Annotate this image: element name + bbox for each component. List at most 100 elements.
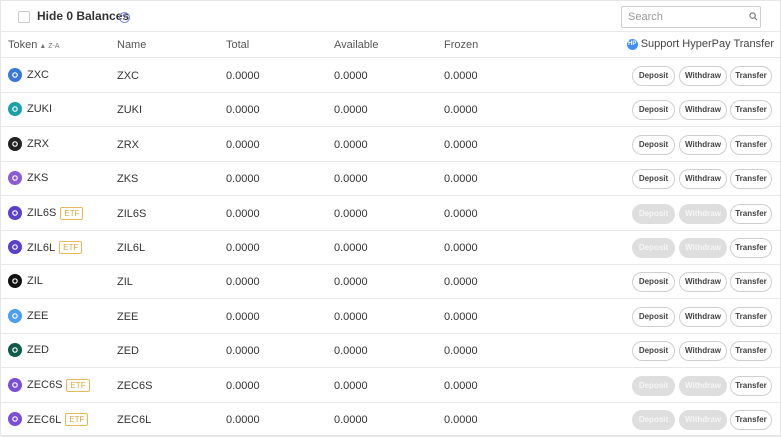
transfer-button[interactable]: Transfer (730, 375, 772, 396)
total-value: 0.0000 (226, 310, 260, 323)
token-symbol-cell: ZXC (27, 69, 49, 81)
total-value: 0.0000 (226, 242, 260, 254)
table-row: ZEE ZEE 0.0000 0.0000 0.0000 Deposit Withdraw T… (1, 300, 781, 334)
search-input[interactable] (628, 9, 746, 25)
transfer-button[interactable]: Transfer (730, 169, 772, 190)
hide-zero-label[interactable]: Hide 0 Balances (37, 9, 129, 23)
token-name: ZED (117, 345, 139, 358)
etf-badge: ETF (59, 241, 83, 254)
total-value: 0.0000 (226, 207, 260, 220)
hyperpay-support-label: Support HyperPay Transfer (640, 38, 774, 50)
transfer-button[interactable]: Transfer (730, 100, 772, 121)
zee-icon (8, 308, 22, 323)
token-column-header[interactable]: Token ▲ Z-A (8, 39, 60, 51)
table-row: ZUKI ZUKI 0.0000 0.0000 0.0000 Deposit Withdra… (1, 93, 781, 128)
transfer-button[interactable]: Transfer (730, 272, 772, 293)
table-header: Token ▲ Z-A Name Total Available Frozen H… (1, 32, 781, 58)
token-name: ZUKI (117, 104, 143, 117)
table-row: ZIL6S ETF ZIL6S 0.0000 0.0000 0.0000 Deposit Wi… (1, 197, 781, 231)
etf-badge: ETF (60, 206, 84, 220)
withdraw-button: Withdraw (679, 375, 727, 396)
search-icon[interactable] (749, 12, 758, 21)
frozen-value: 0.0000 (444, 207, 478, 220)
deposit-button[interactable]: Deposit (632, 66, 675, 86)
transfer-button[interactable]: Transfer (730, 410, 772, 430)
total-column-header: Total (226, 39, 250, 51)
transfer-button[interactable]: Transfer (730, 341, 772, 362)
withdraw-button: Withdraw (679, 410, 727, 430)
deposit-button[interactable]: Deposit (632, 100, 675, 121)
zil-icon (8, 274, 22, 289)
withdraw-button[interactable]: Withdraw (679, 272, 727, 293)
available-value: 0.0000 (334, 173, 368, 186)
frozen-value: 0.0000 (444, 242, 478, 254)
total-value: 0.0000 (226, 138, 260, 151)
transfer-button[interactable]: Transfer (730, 203, 772, 224)
search-box[interactable] (621, 6, 761, 28)
frozen-value: 0.0000 (444, 70, 478, 82)
withdraw-button: Withdraw (679, 203, 727, 224)
total-value: 0.0000 (226, 345, 260, 358)
token-name: ZRX (117, 138, 139, 151)
token-symbol-cell: ZIL (27, 275, 43, 287)
withdraw-button[interactable]: Withdraw (679, 169, 727, 190)
frozen-value: 0.0000 (444, 173, 478, 186)
total-value: 0.0000 (226, 379, 260, 392)
hyperpay-support-header: HP Support HyperPay Transfer (626, 38, 774, 50)
withdraw-button[interactable]: Withdraw (679, 100, 727, 121)
deposit-button[interactable]: Deposit (632, 134, 675, 155)
token-symbol: ZIL (27, 275, 43, 288)
token-symbol-cell: ZRX (27, 138, 49, 150)
sort-indicator[interactable]: ▲ Z-A (39, 43, 59, 50)
total-value: 0.0000 (226, 104, 260, 117)
transfer-button[interactable]: Transfer (730, 306, 772, 327)
table-row: ZED ZED 0.0000 0.0000 0.0000 Deposit Withdraw T… (1, 334, 781, 369)
frozen-value: 0.0000 (444, 310, 478, 323)
available-value: 0.0000 (334, 345, 368, 358)
available-value: 0.0000 (334, 242, 368, 254)
frozen-value: 0.0000 (444, 379, 478, 392)
deposit-button: Deposit (632, 410, 675, 430)
withdraw-button[interactable]: Withdraw (679, 306, 727, 327)
deposit-button[interactable]: Deposit (632, 169, 675, 190)
deposit-button: Deposit (632, 238, 675, 258)
token-symbol: ZIL6S (27, 207, 57, 220)
frozen-value: 0.0000 (444, 276, 478, 289)
token-symbol-cell: ZUKI (27, 103, 52, 115)
token-symbol-cell: ZKS (27, 172, 48, 184)
frozen-value: 0.0000 (444, 138, 478, 151)
zks-icon (8, 171, 22, 186)
zuki-icon (8, 102, 22, 117)
help-icon[interactable]: ? (119, 12, 130, 23)
token-symbol: ZEC6L (27, 413, 62, 426)
table-row: ZIL ZIL 0.0000 0.0000 0.0000 Deposit Withdraw T… (1, 265, 781, 300)
withdraw-button[interactable]: Withdraw (679, 134, 727, 155)
token-symbol: ZUKI (27, 103, 53, 116)
transfer-button[interactable]: Transfer (730, 66, 772, 86)
deposit-button: Deposit (632, 375, 675, 396)
withdraw-button[interactable]: Withdraw (679, 341, 727, 362)
token-name: ZEC6S (117, 379, 153, 392)
table-row: ZIL6L ETF ZIL6L 0.0000 0.0000 0.0000 Deposit Wi… (1, 231, 781, 265)
frozen-column-header: Frozen (444, 39, 479, 51)
transfer-button[interactable]: Transfer (730, 134, 772, 155)
token-symbol: ZIL6L (27, 241, 56, 254)
withdraw-button[interactable]: Withdraw (679, 66, 727, 86)
total-value: 0.0000 (226, 70, 260, 82)
table-row: ZRX ZRX 0.0000 0.0000 0.0000 Deposit Withdraw T… (1, 128, 781, 162)
available-value: 0.0000 (334, 310, 368, 323)
deposit-button[interactable]: Deposit (632, 341, 675, 362)
zrx-icon (8, 136, 22, 151)
token-name: ZIL (117, 276, 133, 289)
deposit-button: Deposit (632, 203, 675, 224)
hide-zero-checkbox[interactable] (18, 11, 30, 23)
deposit-button[interactable]: Deposit (632, 306, 675, 327)
transfer-button[interactable]: Transfer (730, 238, 772, 258)
zil6l-icon (8, 240, 22, 254)
table-row: ZEC6S ETF ZEC6S 0.0000 0.0000 0.0000 Deposit Wi… (1, 369, 781, 403)
assets-panel: Hide 0 Balances ? Token▲ Z-A Name Total … (0, 0, 781, 437)
total-value: 0.0000 (226, 173, 260, 186)
token-header-label: Token (8, 39, 38, 51)
token-symbol-cell: ZED (27, 344, 49, 356)
deposit-button[interactable]: Deposit (632, 272, 675, 293)
